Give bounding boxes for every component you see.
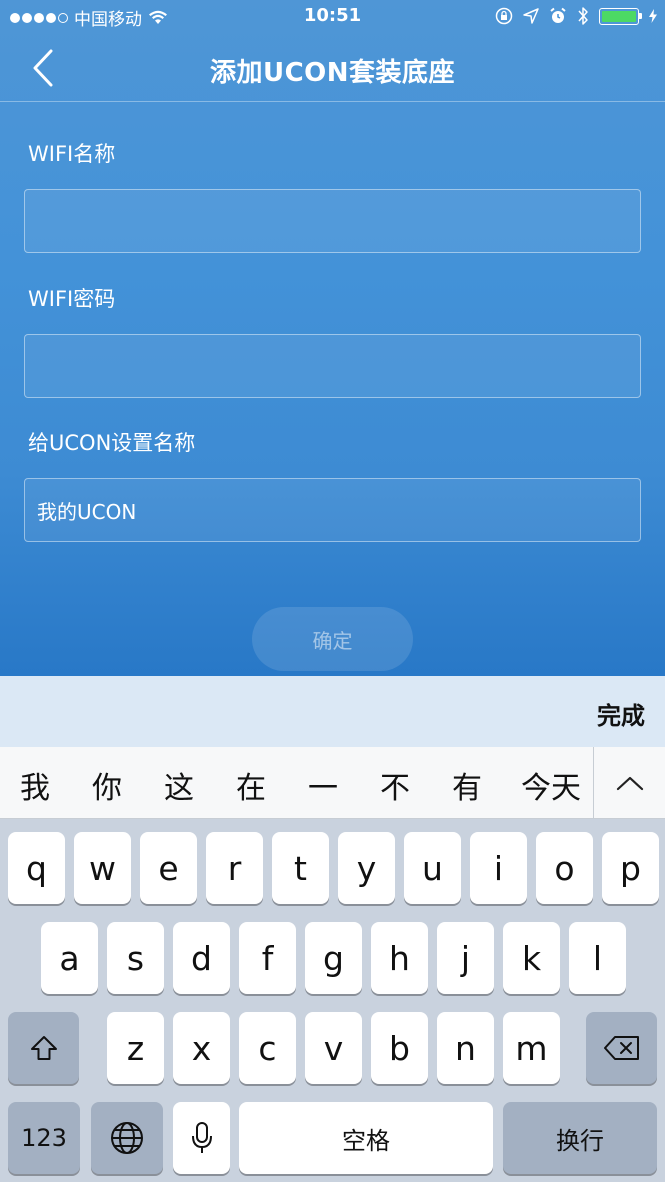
candidate-word[interactable]: 你 <box>92 763 122 807</box>
confirm-button[interactable]: 确定 <box>252 607 413 671</box>
key[interactable]: g <box>305 922 362 994</box>
page-title: 添加UCON套装底座 <box>209 58 456 88</box>
key[interactable]: l <box>569 922 626 994</box>
candidate-word[interactable]: 不 <box>380 763 410 807</box>
globe-key[interactable] <box>91 1102 163 1174</box>
return-key[interactable]: 换行 <box>503 1102 657 1174</box>
candidate-word[interactable]: 今天 <box>521 763 581 807</box>
battery-icon <box>599 7 642 25</box>
alarm-icon <box>550 7 566 23</box>
candidate-bar: 我 你 这 在 一 不 有 今天 <box>0 747 665 819</box>
candidate-word[interactable]: 我 <box>20 763 50 807</box>
candidate-word[interactable]: 一 <box>308 763 338 807</box>
key[interactable]: x <box>173 1012 230 1084</box>
charging-icon <box>649 9 657 23</box>
key[interactable]: d <box>173 922 230 994</box>
key[interactable]: f <box>239 922 296 994</box>
expand-candidates-button[interactable] <box>594 747 665 819</box>
microphone-key[interactable] <box>173 1102 230 1174</box>
done-button[interactable]: 完成 <box>597 696 645 731</box>
key[interactable]: p <box>602 832 659 904</box>
key[interactable]: c <box>239 1012 296 1084</box>
backspace-icon <box>603 1036 639 1060</box>
key[interactable]: s <box>107 922 164 994</box>
orientation-lock-icon <box>495 7 513 25</box>
space-key[interactable]: 空格 <box>239 1102 493 1174</box>
key[interactable]: r <box>206 832 263 904</box>
key[interactable]: h <box>371 922 428 994</box>
device-name-label: 给UCON设置名称 <box>28 431 196 455</box>
numbers-key[interactable]: 123 <box>8 1102 80 1174</box>
key[interactable]: t <box>272 832 329 904</box>
wifi-password-label: WIFI密码 <box>28 287 116 311</box>
key[interactable]: z <box>107 1012 164 1084</box>
chevron-up-icon <box>616 776 643 791</box>
key[interactable]: m <box>503 1012 560 1084</box>
key[interactable]: j <box>437 922 494 994</box>
wifi-name-input[interactable] <box>24 189 641 253</box>
wifi-password-input[interactable] <box>24 334 641 398</box>
key[interactable]: w <box>74 832 131 904</box>
key[interactable]: v <box>305 1012 362 1084</box>
device-name-input[interactable] <box>24 478 641 542</box>
key[interactable]: i <box>470 832 527 904</box>
keyboard-toolbar: 完成 <box>0 676 665 747</box>
bluetooth-icon <box>578 7 588 25</box>
shift-icon <box>30 1036 57 1060</box>
key[interactable]: u <box>404 832 461 904</box>
nav-bar: 添加UCON套装底座 <box>0 34 665 102</box>
candidate-word[interactable]: 在 <box>236 763 266 807</box>
globe-icon <box>111 1122 143 1154</box>
key[interactable]: a <box>41 922 98 994</box>
key[interactable]: q <box>8 832 65 904</box>
key[interactable]: y <box>338 832 395 904</box>
keyboard: q w e r t y u i o p a s d f g h j k l z … <box>0 819 665 1182</box>
key[interactable]: k <box>503 922 560 994</box>
shift-key[interactable] <box>8 1012 79 1084</box>
key[interactable]: n <box>437 1012 494 1084</box>
candidate-word[interactable]: 这 <box>164 763 194 807</box>
status-right <box>495 6 657 26</box>
backspace-key[interactable] <box>586 1012 657 1084</box>
key[interactable]: e <box>140 832 197 904</box>
candidate-word[interactable]: 有 <box>452 763 482 807</box>
status-bar: 中国移动 10:51 <box>0 0 665 34</box>
key[interactable]: o <box>536 832 593 904</box>
location-icon <box>523 8 539 24</box>
key[interactable]: b <box>371 1012 428 1084</box>
app-screen: 中国移动 10:51 添加UCON套装底座 WIFI名称 WIFI密码 给UCO… <box>0 0 665 676</box>
wifi-name-label: WIFI名称 <box>28 142 116 166</box>
microphone-icon <box>191 1122 212 1153</box>
